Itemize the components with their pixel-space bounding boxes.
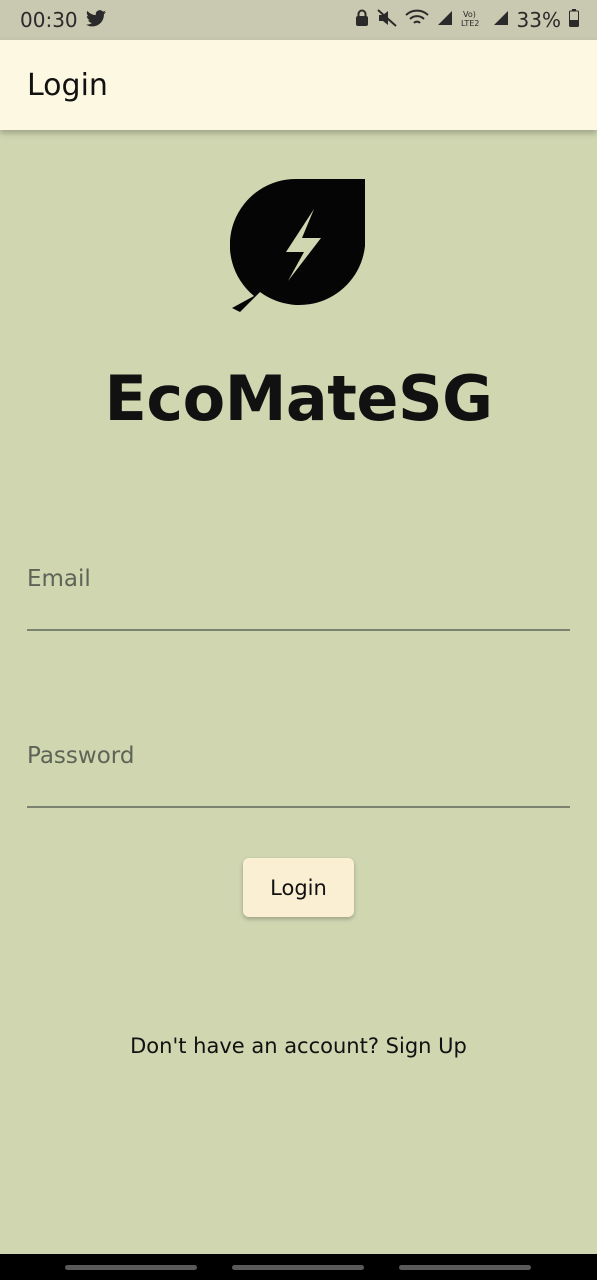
leaf-bolt-icon — [229, 178, 368, 314]
app-name: EcoMateSG — [104, 362, 493, 435]
password-field[interactable]: Password — [27, 743, 570, 809]
svg-text:LTE2: LTE2 — [461, 19, 479, 27]
volte-icon: Vo) LTE2 — [461, 9, 485, 31]
status-time: 00:30 — [20, 8, 78, 32]
battery-icon — [569, 9, 579, 31]
battery-percent: 33% — [516, 8, 561, 32]
email-label: Email — [27, 566, 91, 592]
status-right: Vo) LTE2 33% — [355, 8, 579, 32]
status-bar: 00:30 Vo) LTE2 33% — [0, 0, 597, 40]
login-button[interactable]: Login — [243, 858, 354, 917]
lock-icon — [355, 9, 369, 31]
signup-link[interactable]: Don't have an account? Sign Up — [0, 1034, 597, 1058]
nav-home-button[interactable] — [232, 1265, 364, 1270]
twitter-icon — [85, 9, 106, 31]
password-label: Password — [27, 743, 135, 769]
signal-icon — [437, 10, 453, 30]
system-nav-bar — [0, 1254, 597, 1280]
email-field[interactable]: Email — [27, 566, 570, 632]
app-bar: Login — [0, 40, 597, 130]
nav-recents-button[interactable] — [65, 1265, 197, 1270]
page-title: Login — [27, 67, 108, 103]
status-left: 00:30 — [20, 8, 106, 32]
password-underline — [27, 806, 570, 808]
svg-text:Vo): Vo) — [463, 10, 476, 19]
nav-back-button[interactable] — [399, 1265, 531, 1270]
mute-icon — [376, 9, 397, 31]
email-underline — [27, 629, 570, 631]
wifi-icon — [404, 9, 429, 31]
signal-icon-2 — [493, 10, 509, 30]
